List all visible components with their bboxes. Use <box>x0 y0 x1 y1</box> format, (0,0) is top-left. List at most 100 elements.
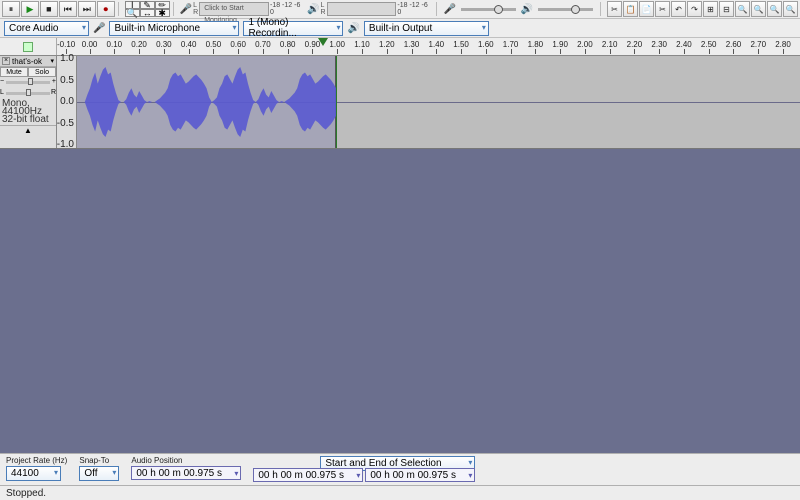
mute-button[interactable]: Mute <box>0 67 28 77</box>
tick: 0.10 <box>107 40 123 49</box>
yaxis-label: -0.5 <box>57 118 74 129</box>
tick: 2.60 <box>726 40 742 49</box>
solo-button[interactable]: Solo <box>28 67 56 77</box>
workspace-empty[interactable] <box>0 149 800 453</box>
selection-toolbar: Project Rate (Hz) 44100 Snap-To Off Audi… <box>0 453 800 485</box>
meter-scale: -18 -12 -6 0 <box>270 2 306 16</box>
tick: 1.50 <box>453 40 469 49</box>
tick: 1.40 <box>429 40 445 49</box>
tick: 2.40 <box>676 40 692 49</box>
zoom-tool-icon[interactable]: 🔍 <box>125 9 140 17</box>
tick: 2.00 <box>577 40 593 49</box>
edit-tool-8[interactable]: 🔍 <box>735 1 750 17</box>
recording-meter[interactable]: Click to Start Monitoring <box>199 2 269 16</box>
tick: -0.10 <box>57 40 75 49</box>
recording-device-select[interactable]: Built-in Microphone <box>109 21 239 36</box>
tick: 1.30 <box>404 40 420 49</box>
tick: 1.80 <box>528 40 544 49</box>
separator <box>600 2 604 16</box>
multi-tool-icon[interactable]: ✱ <box>155 9 170 17</box>
audio-position-field[interactable]: 00 h 00 m 00.975 s <box>131 466 241 480</box>
tick: 2.80 <box>775 40 791 49</box>
separator <box>118 2 122 16</box>
edit-tool-2[interactable]: 📄 <box>639 1 654 17</box>
pin-icon <box>23 42 33 52</box>
audio-host-select[interactable]: Core Audio <box>4 21 89 36</box>
playback-volume-icon: 🔊 <box>521 4 533 15</box>
time-ruler[interactable]: -0.100.000.100.200.300.400.500.600.700.8… <box>57 38 800 55</box>
tick: 0.60 <box>230 40 246 49</box>
separator <box>173 2 177 16</box>
meter-scale: -18 -12 -6 0 <box>397 2 433 16</box>
track-name[interactable]: that's-ok <box>12 57 48 66</box>
edit-tool-9[interactable]: 🔍 <box>751 1 766 17</box>
playback-device-select[interactable]: Built-in Output <box>364 21 489 36</box>
track-collapse-button[interactable]: ▲ <box>0 125 56 135</box>
status-text: Stopped. <box>6 488 46 499</box>
edit-toolbar: ✂📋📄✂↶↷⊞⊟🔍🔍🔍🔍 <box>607 1 798 17</box>
tick: 2.50 <box>701 40 717 49</box>
tick: 0.30 <box>156 40 172 49</box>
pan-slider[interactable]: LR <box>6 92 50 95</box>
track-format: Mono, 44100Hz 32-bit float <box>0 99 56 125</box>
playback-meter <box>327 2 397 16</box>
edit-tool-6[interactable]: ⊞ <box>703 1 718 17</box>
skip-end-button[interactable]: ⏭ <box>78 1 96 17</box>
gain-slider[interactable]: −+ <box>6 81 50 84</box>
skip-start-button[interactable]: ⏮ <box>59 1 77 17</box>
mic-icon: 🎤 <box>93 23 105 34</box>
edit-tool-0[interactable]: ✂ <box>607 1 622 17</box>
tick: 2.10 <box>602 40 618 49</box>
project-rate-label: Project Rate (Hz) <box>6 456 67 465</box>
playback-volume-slider[interactable] <box>538 8 593 11</box>
project-rate-select[interactable]: 44100 <box>6 466 61 481</box>
track-control-panel: × that's-ok ▾ Mute Solo −+ LR Mono, 4410… <box>0 56 57 148</box>
edit-tool-1[interactable]: 📋 <box>623 1 638 17</box>
tick: 0.80 <box>280 40 296 49</box>
mic-volume-icon: 🎤 <box>443 4 455 15</box>
yaxis-label: 0.0 <box>60 96 74 107</box>
tick: 2.70 <box>750 40 766 49</box>
audio-track: × that's-ok ▾ Mute Solo −+ LR Mono, 4410… <box>0 56 800 149</box>
timeline-pin[interactable] <box>0 38 57 55</box>
recording-channels-select[interactable]: 1 (Mono) Recordin... <box>243 21 343 36</box>
waveform-view[interactable] <box>77 56 800 148</box>
stop-button[interactable]: ■ <box>40 1 58 17</box>
device-toolbar: Core Audio 🎤 Built-in Microphone 1 (Mono… <box>0 19 800 38</box>
status-bar: Stopped. <box>0 485 800 500</box>
tick: 1.90 <box>552 40 568 49</box>
selection-end-field[interactable]: 00 h 00 m 00.975 s <box>365 468 475 482</box>
track-waveform-area: 1.00.50.0-0.5-1.0 <box>57 56 800 148</box>
audio-position-label: Audio Position <box>131 456 241 465</box>
tick: 1.60 <box>478 40 494 49</box>
play-button[interactable]: ▶ <box>21 1 39 17</box>
timeshift-tool-icon[interactable]: ↔ <box>140 9 155 17</box>
snap-to-select[interactable]: Off <box>79 466 119 481</box>
speaker-icon: 🔊 <box>307 4 319 15</box>
selection-start-field[interactable]: 00 h 00 m 00.975 s <box>253 468 363 482</box>
separator <box>436 2 440 16</box>
record-button[interactable]: ⏺ <box>97 1 115 17</box>
tick: 1.70 <box>503 40 519 49</box>
tick: 1.10 <box>354 40 370 49</box>
track-close-button[interactable]: × <box>2 57 10 65</box>
edit-tool-3[interactable]: ✂ <box>655 1 670 17</box>
yaxis-label: 0.5 <box>60 75 74 86</box>
playhead-line <box>336 56 337 148</box>
edit-tool-10[interactable]: 🔍 <box>767 1 782 17</box>
edit-tool-7[interactable]: ⊟ <box>719 1 734 17</box>
edit-tool-4[interactable]: ↶ <box>671 1 686 17</box>
timeline: -0.100.000.100.200.300.400.500.600.700.8… <box>0 38 800 56</box>
tick: 0.50 <box>206 40 222 49</box>
track-menu-icon[interactable]: ▾ <box>50 57 54 65</box>
edit-tool-11[interactable]: 🔍 <box>783 1 798 17</box>
recording-volume-slider[interactable] <box>461 8 516 11</box>
edit-tool-5[interactable]: ↷ <box>687 1 702 17</box>
pause-button[interactable]: ⏸ <box>2 1 20 17</box>
playhead-marker[interactable] <box>318 38 328 46</box>
yaxis-label: -1.0 <box>57 139 74 150</box>
waveform <box>77 56 336 148</box>
tick: 0.40 <box>181 40 197 49</box>
tick: 1.00 <box>329 40 345 49</box>
speaker-icon: 🔊 <box>347 23 359 34</box>
